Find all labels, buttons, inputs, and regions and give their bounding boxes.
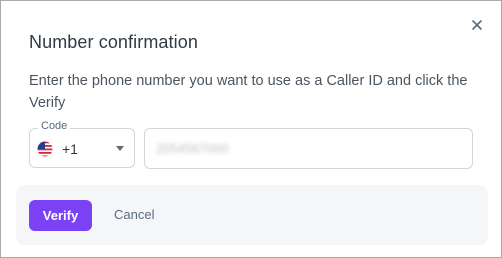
cancel-button[interactable]: Cancel bbox=[114, 207, 154, 222]
country-code-value: +1 bbox=[62, 141, 78, 157]
close-icon[interactable] bbox=[469, 17, 485, 33]
country-code-select[interactable]: Code +1 bbox=[29, 120, 135, 168]
code-label: Code bbox=[38, 120, 71, 132]
us-flag-icon bbox=[37, 141, 53, 157]
phone-number-input[interactable]: 2054567000 bbox=[144, 128, 473, 169]
dialog-title: Number confirmation bbox=[29, 32, 198, 52]
verify-button[interactable]: Verify bbox=[29, 200, 92, 231]
phone-number-value: 2054567000 bbox=[156, 141, 229, 156]
number-confirmation-dialog: Number confirmation Enter the phone numb… bbox=[0, 0, 502, 258]
dialog-description: Enter the phone number you want to use a… bbox=[29, 73, 468, 111]
dialog-footer: Verify Cancel bbox=[16, 185, 488, 245]
chevron-down-icon bbox=[116, 146, 124, 151]
